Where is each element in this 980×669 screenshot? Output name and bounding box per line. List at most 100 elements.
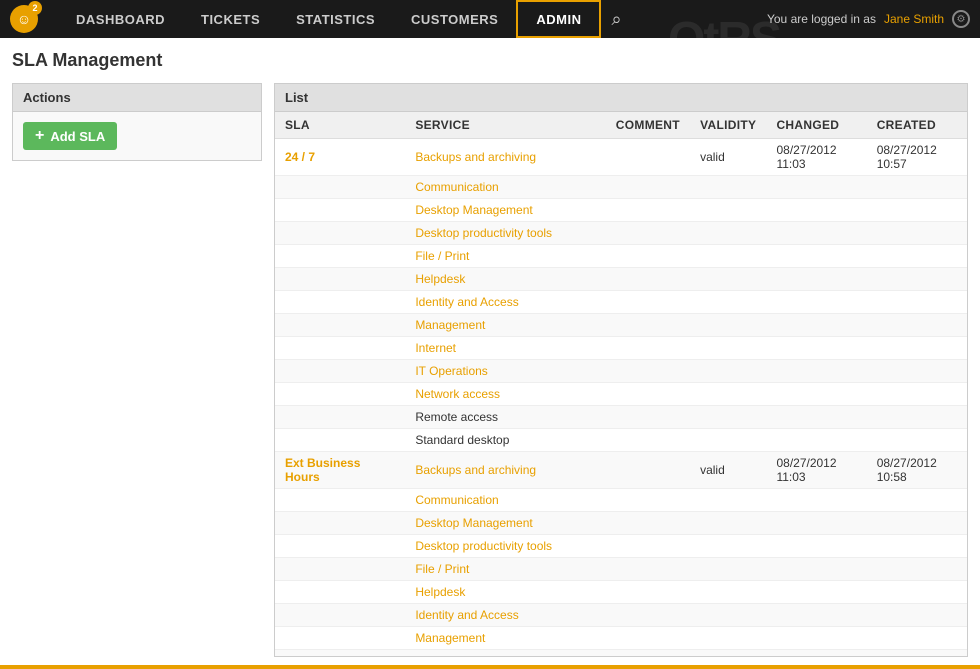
notification-badge: 2 — [28, 1, 42, 15]
cell-sla — [275, 314, 405, 337]
list-body: SLA SERVICE COMMENT VALIDITY CHANGED CRE… — [274, 112, 968, 657]
cell-changed — [766, 650, 866, 658]
table-header-row: SLA SERVICE COMMENT VALIDITY CHANGED CRE… — [275, 112, 967, 139]
service-link[interactable]: Network access — [415, 387, 500, 401]
cell-sla — [275, 360, 405, 383]
service-link[interactable]: Internet — [415, 341, 456, 355]
cell-comment — [606, 558, 690, 581]
service-link[interactable]: File / Print — [415, 562, 469, 576]
logo-area: ☺ 2 — [10, 5, 38, 33]
table-row: Desktop productivity tools — [275, 222, 967, 245]
cell-changed — [766, 222, 866, 245]
table-row: Helpdesk — [275, 268, 967, 291]
cell-service: Management — [405, 627, 605, 650]
table-row: 24 / 7Backups and archivingvalid08/27/20… — [275, 139, 967, 176]
cell-service: Backups and archiving — [405, 139, 605, 176]
cell-validity — [690, 558, 766, 581]
cell-validity — [690, 314, 766, 337]
nav-tickets[interactable]: TICKETS — [183, 0, 278, 38]
settings-icon[interactable]: ⚙ — [952, 10, 970, 28]
logged-in-text: You are logged in as — [767, 12, 876, 26]
cell-sla — [275, 245, 405, 268]
nav-admin[interactable]: ADMIN — [516, 0, 601, 38]
cell-changed — [766, 489, 866, 512]
cell-changed — [766, 314, 866, 337]
sla-table: SLA SERVICE COMMENT VALIDITY CHANGED CRE… — [275, 112, 967, 657]
username: Jane Smith — [884, 12, 944, 26]
nav-statistics[interactable]: STATISTICS — [278, 0, 393, 38]
service-link[interactable]: Identity and Access — [415, 295, 518, 309]
search-btn[interactable]: ⌕ — [601, 0, 631, 38]
cell-sla: Ext Business Hours — [275, 452, 405, 489]
table-row: Communication — [275, 176, 967, 199]
service-link[interactable]: Desktop Management — [415, 516, 532, 530]
cell-changed: 08/27/2012 11:03 — [766, 452, 866, 489]
table-row: Identity and Access — [275, 291, 967, 314]
cell-validity — [690, 627, 766, 650]
table-body: 24 / 7Backups and archivingvalid08/27/20… — [275, 139, 967, 658]
cell-comment — [606, 535, 690, 558]
service-link[interactable]: Helpdesk — [415, 585, 465, 599]
cell-service: Desktop productivity tools — [405, 222, 605, 245]
cell-comment — [606, 406, 690, 429]
service-link[interactable]: Management — [415, 318, 485, 332]
cell-changed — [766, 245, 866, 268]
cell-comment — [606, 199, 690, 222]
nav-dashboard[interactable]: DASHBOARD — [58, 0, 183, 38]
cell-sla — [275, 337, 405, 360]
service-link[interactable]: IT Operations — [415, 364, 487, 378]
table-row: Desktop Management — [275, 199, 967, 222]
cell-created — [867, 489, 967, 512]
cell-validity — [690, 337, 766, 360]
table-row: File / Print — [275, 558, 967, 581]
cell-created — [867, 429, 967, 452]
header-right: You are logged in as Jane Smith ⚙ — [767, 0, 970, 38]
sla-name[interactable]: Ext Business Hours — [285, 456, 360, 484]
service-link[interactable]: Backups and archiving — [415, 150, 536, 164]
nav-customers[interactable]: CUSTOMERS — [393, 0, 516, 38]
table-row: Network access — [275, 383, 967, 406]
add-sla-button[interactable]: + Add SLA — [23, 122, 117, 150]
service-link[interactable]: Backups and archiving — [415, 463, 536, 477]
sla-name[interactable]: 24 / 7 — [285, 150, 315, 164]
cell-created — [867, 650, 967, 658]
service-link[interactable]: File / Print — [415, 249, 469, 263]
service-link[interactable]: Helpdesk — [415, 272, 465, 286]
cell-service: Remote access — [405, 406, 605, 429]
cell-changed — [766, 291, 866, 314]
service-link[interactable]: Desktop Management — [415, 203, 532, 217]
cell-validity — [690, 360, 766, 383]
cell-sla — [275, 268, 405, 291]
sidebar-header: Actions — [12, 83, 262, 112]
cell-sla — [275, 558, 405, 581]
service-link[interactable]: Internet — [415, 654, 456, 657]
main-nav: DASHBOARD TICKETS STATISTICS CUSTOMERS A… — [58, 0, 632, 38]
cell-validity — [690, 650, 766, 658]
cell-created — [867, 291, 967, 314]
cell-comment — [606, 452, 690, 489]
cell-sla — [275, 176, 405, 199]
service-link[interactable]: Communication — [415, 180, 498, 194]
cell-created — [867, 337, 967, 360]
cell-changed — [766, 383, 866, 406]
add-sla-label: Add SLA — [50, 129, 105, 144]
cell-sla — [275, 627, 405, 650]
cell-comment — [606, 222, 690, 245]
table-row: File / Print — [275, 245, 967, 268]
cell-validity — [690, 383, 766, 406]
service-link[interactable]: Desktop productivity tools — [415, 226, 552, 240]
table-row: Management — [275, 314, 967, 337]
service-link[interactable]: Communication — [415, 493, 498, 507]
cell-created — [867, 222, 967, 245]
service-link[interactable]: Identity and Access — [415, 608, 518, 622]
cell-created — [867, 627, 967, 650]
cell-sla — [275, 535, 405, 558]
col-header-service: SERVICE — [405, 112, 605, 139]
logo-icon[interactable]: ☺ 2 — [10, 5, 38, 33]
service-link[interactable]: Management — [415, 631, 485, 645]
cell-sla — [275, 429, 405, 452]
cell-changed: 08/27/2012 11:03 — [766, 139, 866, 176]
cell-created: 08/27/2012 10:58 — [867, 452, 967, 489]
service-link[interactable]: Desktop productivity tools — [415, 539, 552, 553]
page: SLA Management Actions + Add SLA List SL… — [0, 38, 980, 669]
